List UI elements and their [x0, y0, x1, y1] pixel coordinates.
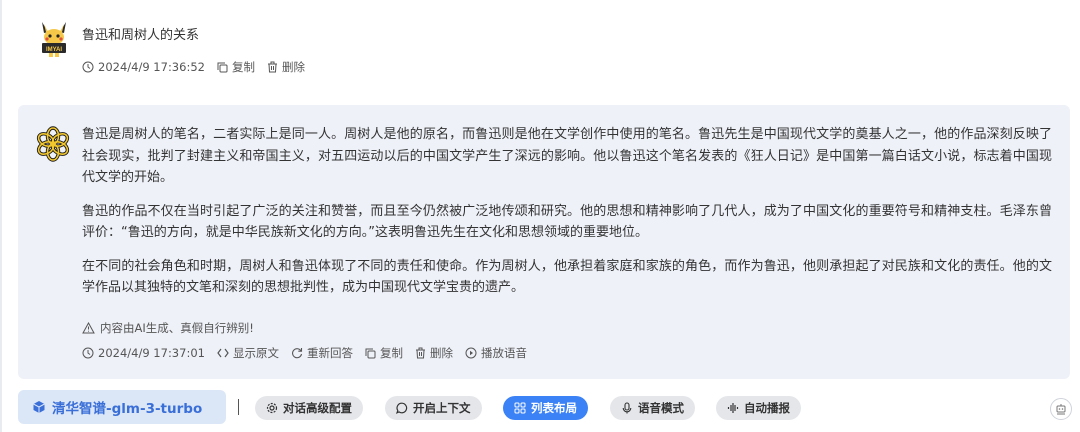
- assistant-timestamp: 2024/4/9 17:37:01: [82, 346, 205, 360]
- auto-play-label: 自动播报: [744, 401, 790, 415]
- auto-play-button[interactable]: 自动播报: [716, 396, 801, 420]
- assistant-message-body: 鲁迅是周树人的笔名，二者实际上是同一人。周树人是他的原名，而鲁迅则是他在文学创作…: [82, 124, 1052, 311]
- trash-icon: [267, 61, 277, 73]
- voice-mode-button[interactable]: 语音模式: [610, 396, 695, 420]
- user-timestamp-text: 2024/4/9 17:36:52: [98, 60, 205, 74]
- assistant-timestamp-text: 2024/4/9 17:37:01: [98, 346, 205, 360]
- ai-disclaimer: 内容由AI生成、真假自行辨别!: [82, 320, 254, 336]
- context-toggle-button[interactable]: 开启上下文: [385, 396, 482, 420]
- left-edge: [0, 0, 2, 432]
- user-copy-button[interactable]: 复制: [217, 59, 255, 75]
- list-layout-label: 列表布局: [531, 401, 577, 415]
- refresh-icon: [291, 348, 303, 359]
- ai-disclaimer-text: 内容由AI生成、真假自行辨别!: [100, 321, 254, 335]
- answer-paragraph: 鲁迅是周树人的笔名，二者实际上是同一人。周树人是他的原名，而鲁迅则是他在文学创作…: [82, 127, 1052, 185]
- user-avatar: IMYAI: [38, 20, 70, 58]
- advanced-config-button[interactable]: 对话高级配置: [255, 396, 363, 420]
- user-delete-label: 删除: [281, 60, 305, 74]
- robot-button[interactable]: [1050, 398, 1072, 420]
- assistant-delete-button[interactable]: 删除: [415, 345, 453, 361]
- model-select-button[interactable]: 清华智谱-glm-3-turbo: [18, 390, 226, 424]
- clock-icon: [82, 347, 94, 359]
- assistant-copy-button[interactable]: 复制: [365, 345, 403, 361]
- list-layout-button[interactable]: 列表布局: [503, 396, 588, 420]
- clock-icon: [82, 61, 94, 73]
- regenerate-button[interactable]: 重新回答: [291, 345, 353, 361]
- toolbar-divider: [238, 399, 239, 415]
- answer-paragraph: 在不同的社会角色和时期，周树人和鲁迅体现了不同的责任和使命。作为周树人，他承担着…: [82, 258, 1052, 296]
- play-audio-label: 播放语音: [480, 346, 527, 360]
- show-source-label: 显示原文: [232, 346, 279, 360]
- copy-icon: [365, 348, 376, 358]
- model-label: 清华智谱-glm-3-turbo: [52, 401, 203, 417]
- assistant-message: 鲁迅是周树人的笔名，二者实际上是同一人。周树人是他的原名，而鲁迅则是他在文学创作…: [18, 105, 1070, 379]
- robot-icon: [1056, 404, 1066, 415]
- show-source-button[interactable]: 显示原文: [217, 345, 279, 361]
- assistant-delete-label: 删除: [429, 346, 453, 360]
- copy-icon: [217, 62, 228, 72]
- audio-wave-icon: [727, 403, 739, 413]
- answer-paragraph: 鲁迅的作品不仅在当时引起了广泛的关注和赞誉，而且至今仍然被广泛地传颂和研究。他的…: [82, 203, 1052, 241]
- play-icon: [465, 347, 477, 359]
- openai-logo-icon: [34, 125, 72, 163]
- play-audio-button[interactable]: 播放语音: [465, 345, 527, 361]
- context-toggle-label: 开启上下文: [413, 401, 471, 415]
- user-message-text: 鲁迅和周树人的关系: [82, 28, 200, 43]
- assistant-message-meta: 2024/4/9 17:37:01 显示原文 重新回答 复制 删除 播放语音: [82, 345, 539, 361]
- user-message-meta: 2024/4/9 17:36:52 复制 删除: [82, 59, 317, 75]
- grid-icon: [514, 402, 526, 414]
- code-icon: [217, 348, 229, 358]
- user-delete-button[interactable]: 删除: [267, 59, 305, 75]
- chat-bubble-icon: [396, 402, 408, 414]
- gear-icon: [266, 402, 278, 414]
- bottom-toolbar: 清华智谱-glm-3-turbo 对话高级配置 开启上下文 列表布局 语音模式 …: [18, 390, 1080, 426]
- assistant-copy-label: 复制: [379, 346, 403, 360]
- regenerate-label: 重新回答: [306, 346, 353, 360]
- warning-icon: [82, 322, 95, 334]
- avatar-text: IMYAI: [46, 47, 62, 53]
- trash-icon: [415, 347, 425, 359]
- microphone-icon: [622, 402, 632, 414]
- user-timestamp: 2024/4/9 17:36:52: [82, 60, 205, 74]
- user-copy-label: 复制: [231, 60, 255, 74]
- voice-mode-label: 语音模式: [638, 401, 684, 415]
- advanced-config-label: 对话高级配置: [283, 401, 352, 415]
- cube-icon: [33, 401, 45, 413]
